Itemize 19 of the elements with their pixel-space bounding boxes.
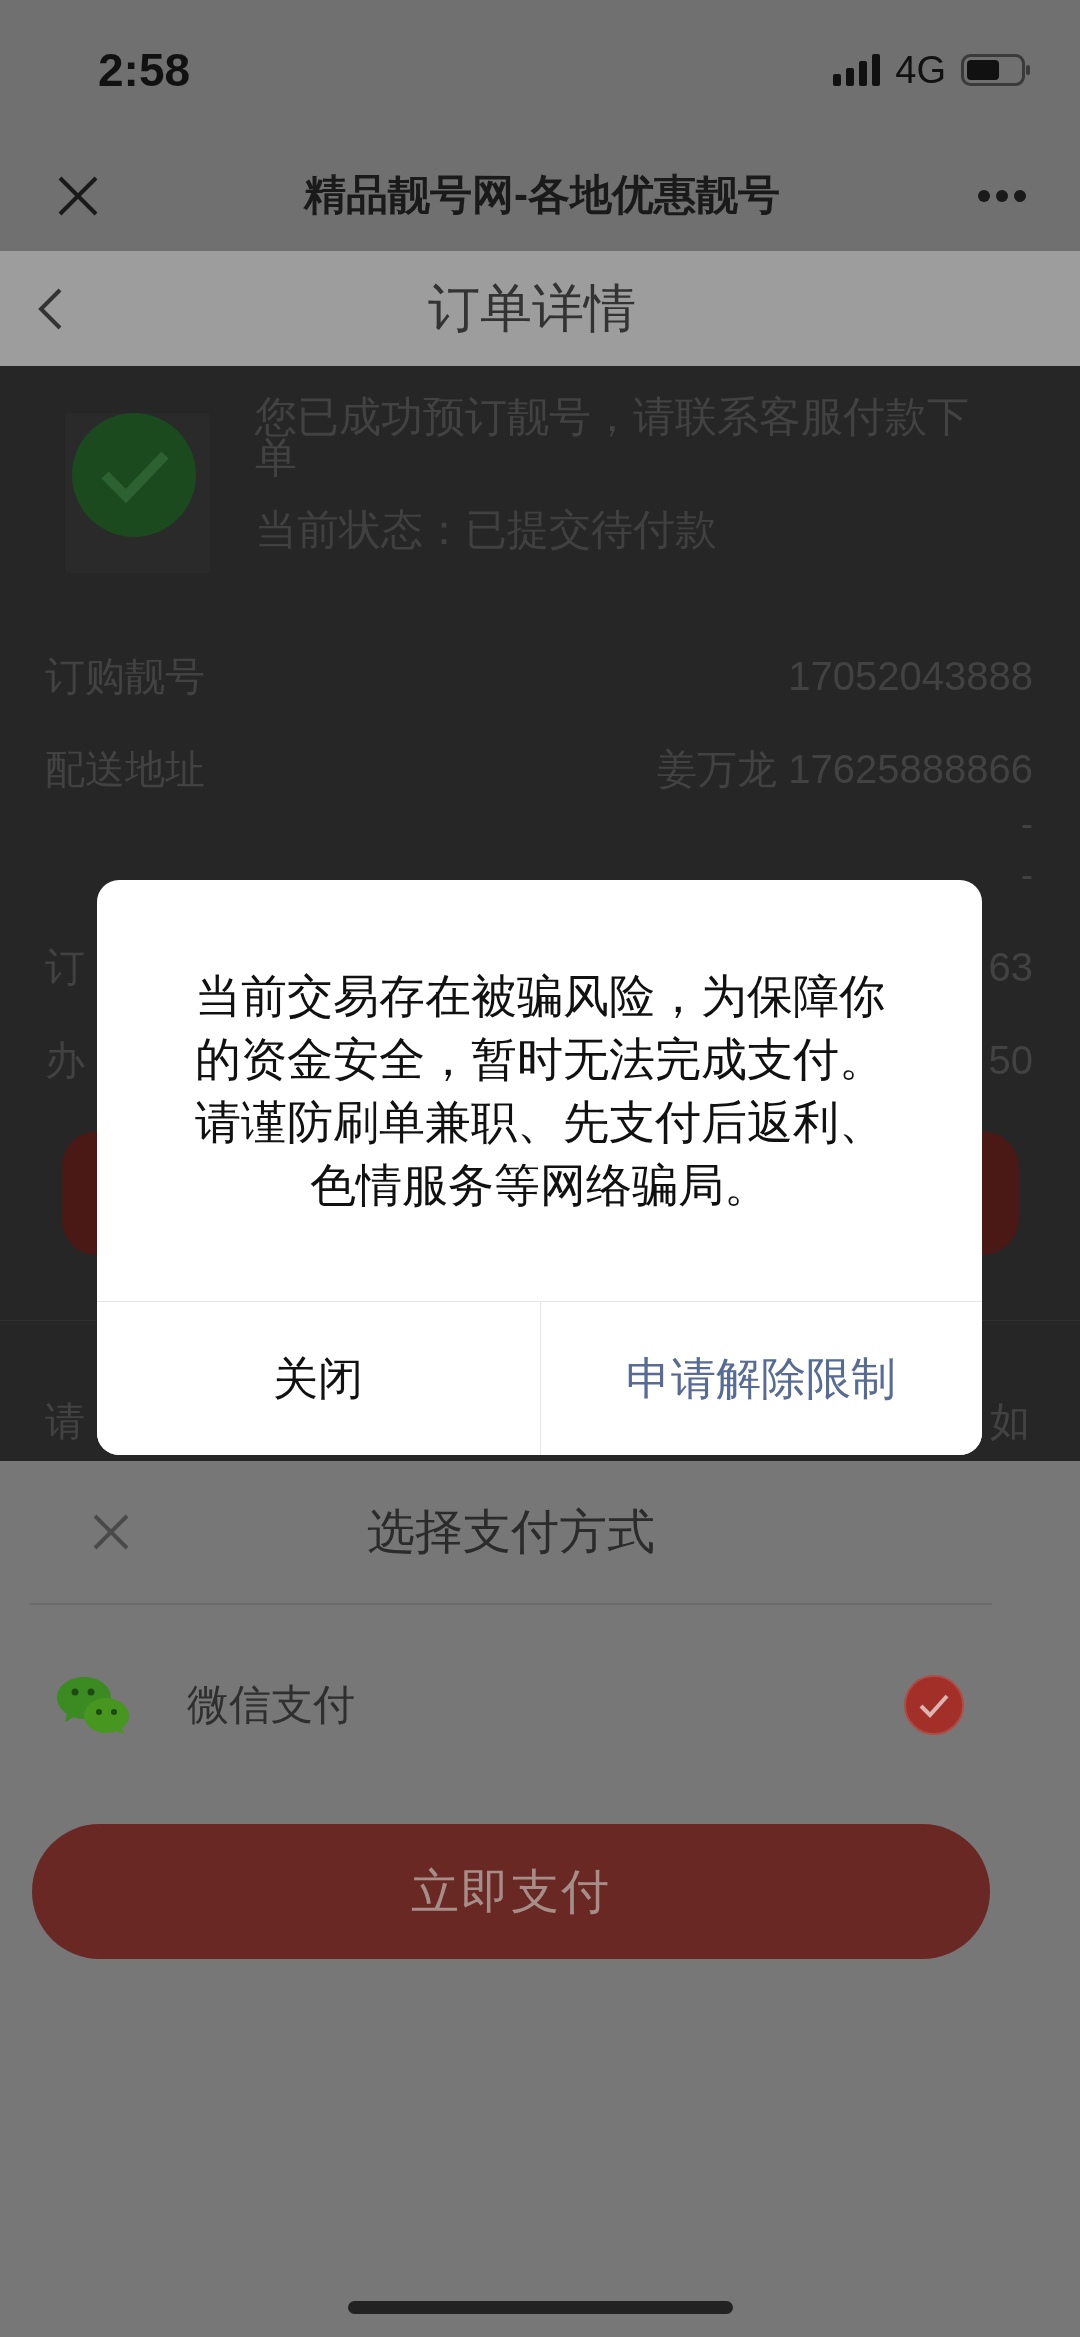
- close-icon[interactable]: [93, 1514, 129, 1550]
- pay-now-button[interactable]: 立即支付: [32, 1824, 990, 1959]
- checkmark-circle-icon[interactable]: [904, 1675, 964, 1735]
- more-icon[interactable]: [978, 189, 1026, 202]
- close-icon[interactable]: [58, 175, 98, 216]
- back-icon[interactable]: [38, 287, 63, 330]
- address-line: -: [1021, 802, 1033, 846]
- page-title: 订单详情: [428, 278, 636, 340]
- chat-bubbles-icon: [56, 1676, 130, 1734]
- sheet-title: 选择支付方式: [367, 1504, 655, 1561]
- payment-method-label: 微信支付: [187, 1680, 355, 1730]
- address-line: -: [1021, 853, 1033, 897]
- signal-icon: [833, 54, 881, 86]
- request-unlock-button[interactable]: 申请解除限制: [539, 1302, 982, 1455]
- browser-title: 精品靓号网-各地优惠靓号: [304, 170, 780, 221]
- status-time: 2:58: [98, 47, 191, 93]
- network-type: 4G: [895, 51, 946, 89]
- dialog-message: 当前交易存在被骗风险，为保障你的资金安全，暂时无法完成支付。请谨防刷单兼职、先支付后返利、色情服务等网络骗局。: [193, 969, 886, 1213]
- battery-icon: [961, 54, 1030, 86]
